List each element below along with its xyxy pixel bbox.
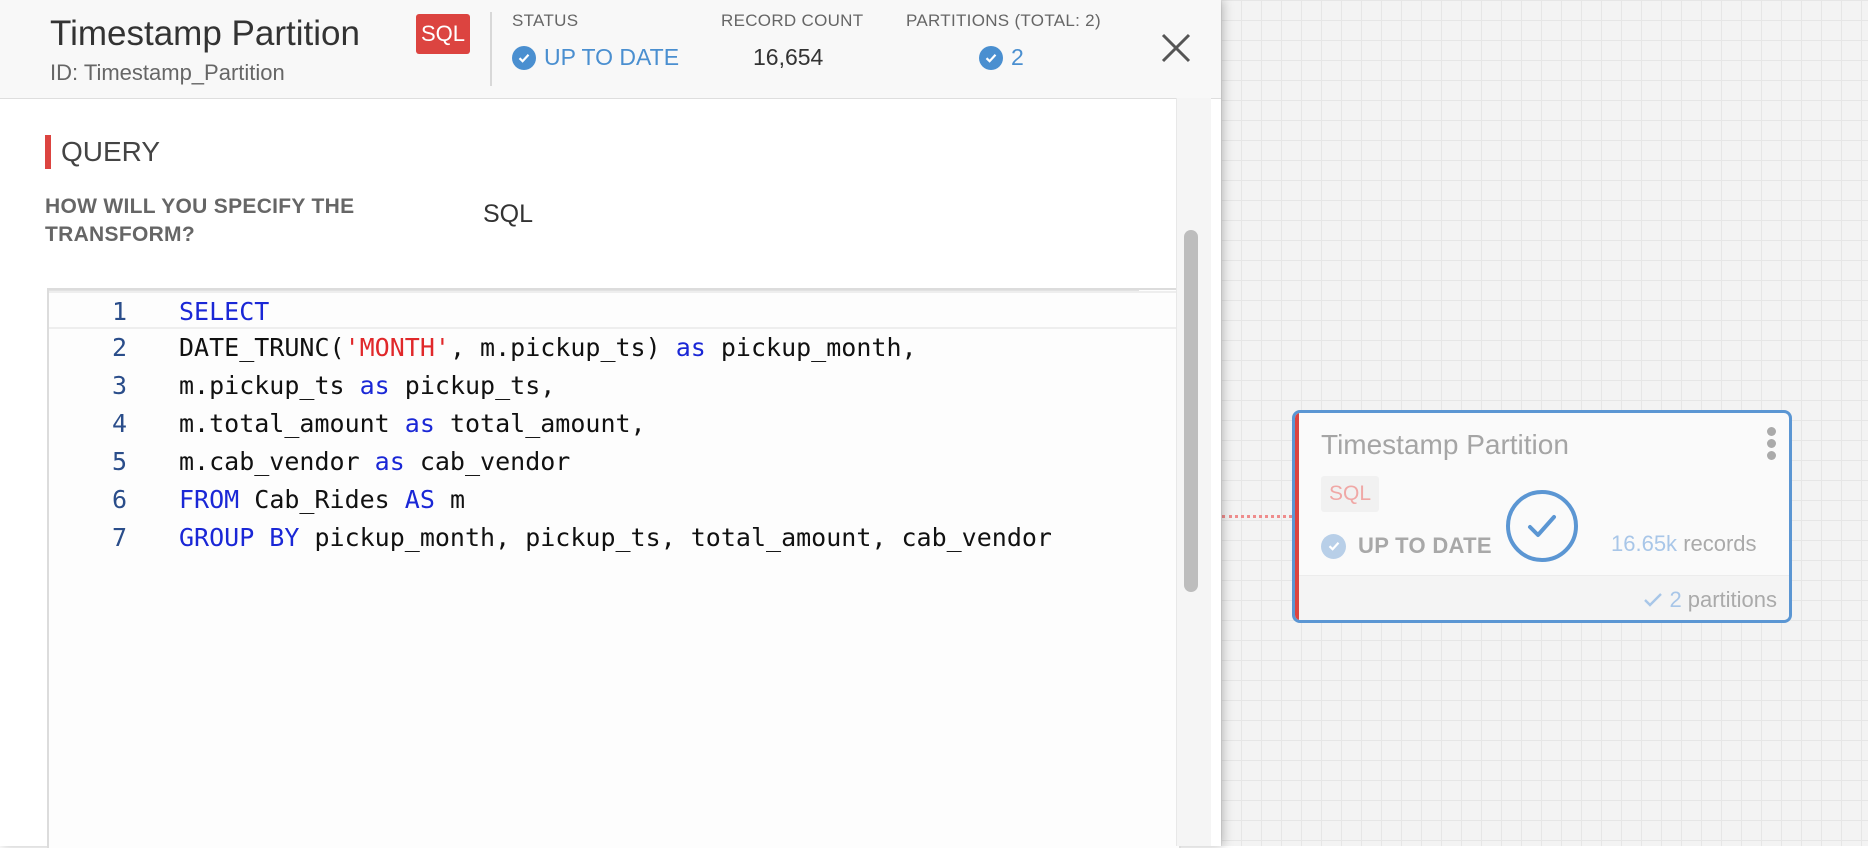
code-token: as (359, 371, 390, 400)
sql-code-editor[interactable]: 1 SELECT 2 DATE_TRUNC('MONTH', m.pickup_ts)… (47, 288, 1181, 848)
record-count-label: RECORD COUNT (721, 11, 864, 30)
code-token: AS (404, 485, 435, 514)
code-text[interactable]: SELECT (179, 293, 269, 331)
line-number: 1 (111, 297, 127, 326)
line-number: 2 (111, 333, 127, 362)
code-token: m (434, 485, 466, 514)
code-line[interactable]: 2 DATE_TRUNC('MONTH', m.pickup_ts) as pic… (49, 329, 1179, 367)
code-token: FROM (179, 485, 240, 514)
more-vertical-icon[interactable] (1767, 427, 1777, 463)
code-line[interactable]: 6 FROM Cab_Rides AS m (49, 481, 1179, 519)
code-token: 'MONTH' (344, 333, 450, 362)
record-count-value: 16,654 (753, 44, 824, 70)
check-circle-icon (512, 45, 536, 70)
pipeline-node-card[interactable]: Timestamp Partition SQL UP TO DATE 16.65… (1292, 410, 1792, 623)
check-icon (1644, 593, 1663, 607)
status-text: UP TO DATE (544, 44, 680, 70)
code-token: SELECT (179, 297, 270, 326)
code-token: pickup_month, pickup_ts, total_amount, c… (299, 523, 1052, 552)
code-text[interactable]: m.total_amount as total_amount, (179, 405, 646, 443)
close-icon[interactable] (1158, 30, 1194, 66)
code-token: m.total_amount (179, 409, 405, 438)
panel-header: Timestamp Partition SQL ID: Timestamp_Pa… (0, 0, 1221, 99)
node-partitions: 2 partitions (1643, 587, 1777, 613)
line-number: 5 (111, 447, 127, 476)
transform-field-value[interactable]: SQL (483, 200, 533, 229)
header-divider (490, 12, 492, 86)
node-id: ID: Timestamp_Partition (50, 60, 285, 85)
partitions-label: PARTITIONS (TOTAL: 2) (906, 11, 1101, 30)
partitions-count: 2 (1011, 44, 1024, 70)
code-text[interactable]: m.cab_vendor as cab_vendor (179, 443, 570, 481)
code-token: m.cab_vendor (179, 447, 375, 476)
node-record-count: 16.65k records (1611, 531, 1757, 557)
check-circle-icon (1506, 490, 1578, 562)
status-value: UP TO DATE (512, 44, 679, 71)
section-title: QUERY (61, 136, 161, 167)
node-title: Timestamp Partition (1321, 429, 1569, 460)
node-sql-badge: SQL (1321, 476, 1379, 512)
code-token: GROUP BY (179, 523, 300, 552)
code-line[interactable]: 1 SELECT (49, 291, 1179, 329)
node-partitions-number: 2 (1669, 587, 1682, 612)
node-records-number: 16.65k (1611, 531, 1678, 556)
code-token: total_amount, (434, 409, 646, 438)
code-text[interactable]: DATE_TRUNC('MONTH', m.pickup_ts) as pick… (179, 329, 917, 367)
code-token: cab_vendor (404, 447, 571, 476)
code-token: pickup_month, (705, 333, 917, 362)
code-token: as (675, 333, 706, 362)
code-text[interactable]: GROUP BY pickup_month, pickup_ts, total_… (179, 519, 1052, 557)
code-token: DATE_TRUNC( (179, 333, 345, 362)
page-title: Timestamp Partition (50, 14, 360, 53)
code-line[interactable]: 7 GROUP BY pickup_month, pickup_ts, total… (49, 519, 1179, 557)
line-number: 7 (111, 523, 127, 552)
check-circle-icon (1321, 533, 1346, 559)
line-number: 4 (111, 409, 127, 438)
code-text[interactable]: m.pickup_ts as pickup_ts, (179, 367, 555, 405)
code-line[interactable]: 4 m.total_amount as total_amount, (49, 405, 1179, 443)
code-line[interactable]: 5 m.cab_vendor as cab_vendor (49, 443, 1179, 481)
node-status: UP TO DATE (1321, 533, 1492, 559)
node-partitions-label: partitions (1687, 587, 1777, 612)
code-line[interactable]: 3 m.pickup_ts as pickup_ts, (49, 367, 1179, 405)
node-footer: 2 partitions (1299, 575, 1789, 620)
code-token: Cab_Rides (239, 485, 405, 514)
transform-field-label: HOW WILL YOU SPECIFY THE TRANSFORM? (45, 195, 355, 246)
check-circle-icon (979, 45, 1003, 70)
sql-badge: SQL (416, 14, 470, 54)
details-panel: Timestamp Partition SQL ID: Timestamp_Pa… (0, 0, 1221, 848)
scrollbar-thumb[interactable] (1184, 230, 1198, 592)
partitions-value: 2 (979, 44, 1024, 71)
line-number: 3 (111, 371, 127, 400)
code-token: as (374, 447, 405, 476)
code-token: , m.pickup_ts) (449, 333, 676, 362)
status-label: STATUS (512, 11, 579, 30)
node-connector (1222, 515, 1292, 518)
node-status-text: UP TO DATE (1358, 533, 1492, 558)
section-accent (45, 135, 51, 169)
close-button[interactable] (1158, 30, 1194, 66)
line-number: 6 (111, 485, 127, 514)
code-token: m.pickup_ts (179, 371, 360, 400)
node-records-label: records (1683, 531, 1757, 556)
code-token: as (404, 409, 435, 438)
code-text[interactable]: FROM Cab_Rides AS m (179, 481, 465, 519)
code-token: pickup_ts, (389, 371, 556, 400)
